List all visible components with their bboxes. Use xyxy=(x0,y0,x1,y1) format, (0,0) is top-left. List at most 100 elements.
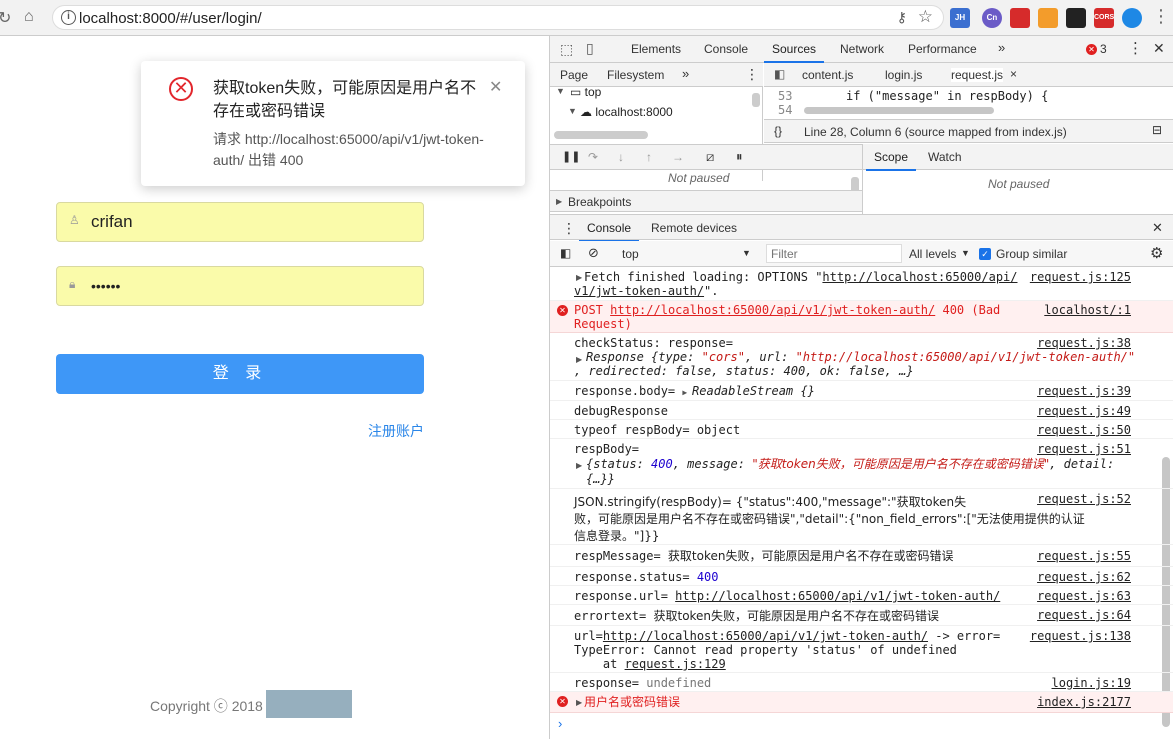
step-into-icon[interactable]: ↓ xyxy=(618,150,624,164)
expand-top-icon[interactable]: ▼ xyxy=(556,86,565,96)
close-devtools-icon[interactable]: ✕ xyxy=(1153,40,1165,57)
home-icon[interactable]: ⌂ xyxy=(24,8,34,26)
origin-localhost[interactable]: ☁ localhost:8000 xyxy=(580,105,673,119)
source-link[interactable]: request.js:63 xyxy=(1037,589,1131,603)
notification-close-icon[interactable]: ✕ xyxy=(489,77,502,97)
source-link[interactable]: localhost/:1 xyxy=(1044,303,1131,317)
url-text[interactable]: localhost:8000/#/user/login/ xyxy=(79,10,262,27)
more-navigator-icon[interactable]: » xyxy=(682,66,689,81)
frame-top[interactable]: ▭ top xyxy=(570,85,601,99)
source-link[interactable]: request.js:138 xyxy=(1030,629,1131,643)
reload-icon[interactable]: ↻ xyxy=(0,8,11,28)
source-link[interactable]: request.js:39 xyxy=(1037,384,1131,398)
tab-sources[interactable]: Sources xyxy=(763,42,825,63)
source-link[interactable]: request.js:64 xyxy=(1037,608,1131,622)
console-prompt[interactable]: › xyxy=(550,713,1162,737)
tab-filesystem[interactable]: Filesystem xyxy=(607,68,664,82)
tab-performance[interactable]: Performance xyxy=(908,42,977,56)
password-input[interactable]: 🔒︎ •••••• xyxy=(56,266,424,306)
show-sidebar-icon[interactable]: ◧ xyxy=(560,246,571,260)
source-link[interactable]: request.js:50 xyxy=(1037,423,1131,437)
source-link[interactable]: request.js:38 xyxy=(1037,336,1131,350)
source-link[interactable]: request.js:125 xyxy=(1030,270,1131,284)
expand-icon[interactable]: ▶ xyxy=(576,355,582,364)
format-braces-icon[interactable]: {} xyxy=(774,124,782,138)
tab-page[interactable]: Page xyxy=(560,68,588,82)
pause-icon[interactable]: ❚❚ xyxy=(562,150,580,163)
toggle-debugger-icon[interactable]: ⊟ xyxy=(1152,123,1162,137)
source-link[interactable]: request.js:52 xyxy=(1037,492,1131,506)
message-text-2: Request) xyxy=(574,317,632,331)
username-input[interactable]: ♙ crifan xyxy=(56,202,424,242)
extension-jh-icon[interactable]: JH xyxy=(950,8,970,28)
address-bar[interactable]: i localhost:8000/#/user/login/ ⚷ ☆ xyxy=(52,5,944,30)
expand-breakpoints-icon[interactable]: ▶ xyxy=(556,197,562,206)
source-link[interactable]: request.js:49 xyxy=(1037,404,1131,418)
object-preview-2: , redirected: false, status: 400, ok: fa… xyxy=(574,364,914,378)
context-dropdown-icon[interactable]: ▼ xyxy=(742,248,751,258)
message-text: errortext= 获取token失败，可能原因是用户名不存在或密码错误 xyxy=(574,609,940,623)
error-count[interactable]: 3 xyxy=(1100,42,1107,56)
levels-dropdown-icon[interactable]: ▼ xyxy=(961,248,970,258)
navigator-vscroll[interactable] xyxy=(752,93,760,107)
console-settings-icon[interactable]: ⚙ xyxy=(1150,244,1163,262)
device-toolbar-icon[interactable]: ▯ xyxy=(586,40,594,57)
tab-elements[interactable]: Elements xyxy=(631,42,681,56)
toggle-navigator-icon[interactable]: ◧ xyxy=(774,67,785,81)
navigator-menu-icon[interactable]: ⋮ xyxy=(745,66,759,83)
source-link[interactable]: index.js:2177 xyxy=(1037,695,1131,709)
inspect-element-icon[interactable]: ⬚ xyxy=(560,41,573,58)
register-link[interactable]: 注册账户 xyxy=(368,421,424,441)
extension-red-icon[interactable] xyxy=(1010,8,1030,28)
clear-console-icon[interactable]: ⊘ xyxy=(588,245,599,261)
tab-console[interactable]: Console xyxy=(704,42,748,56)
step-over-icon[interactable]: ↷ xyxy=(588,150,598,164)
expand-icon[interactable]: ▶ xyxy=(576,273,582,282)
extension-cn-icon[interactable]: Cn xyxy=(982,8,1002,28)
console-message: response= undefined login.js:19 xyxy=(550,673,1173,692)
source-link[interactable]: login.js:19 xyxy=(1052,676,1131,690)
qr-code-icon[interactable] xyxy=(1066,8,1086,28)
extension-cors-icon[interactable]: CORS xyxy=(1094,8,1114,28)
source-link[interactable]: request.js:51 xyxy=(1037,442,1131,456)
source-link[interactable]: request.js:62 xyxy=(1037,570,1131,584)
error-count-icon[interactable]: ✕ xyxy=(1086,44,1097,55)
extension-blue-icon[interactable] xyxy=(1122,8,1142,28)
step-out-icon[interactable]: ↑ xyxy=(646,150,652,164)
message-text: response= undefined xyxy=(574,676,712,690)
close-drawer-icon[interactable]: ✕ xyxy=(1152,220,1163,236)
step-icon[interactable]: → xyxy=(672,150,684,164)
close-file-icon[interactable]: × xyxy=(1010,67,1017,81)
file-tab-content-js[interactable]: content.js xyxy=(802,68,853,82)
context-selector[interactable]: top xyxy=(622,247,639,261)
drawer-menu-icon[interactable]: ⋮ xyxy=(562,220,576,237)
tab-drawer-console[interactable]: Console xyxy=(578,221,640,242)
breakpoints-section[interactable]: ▶ Breakpoints xyxy=(550,190,862,212)
tab-network[interactable]: Network xyxy=(840,42,884,56)
key-icon[interactable]: ⚷ xyxy=(897,9,907,26)
object-preview-2: {…}} xyxy=(586,472,615,486)
group-similar-checkbox[interactable]: ✓ xyxy=(979,248,991,260)
site-info-icon[interactable]: i xyxy=(61,10,76,25)
more-tabs-icon[interactable]: » xyxy=(998,40,1005,55)
editor-hscroll[interactable] xyxy=(804,107,994,114)
expand-localhost-icon[interactable]: ▼ xyxy=(568,106,577,116)
browser-menu-icon[interactable]: ⋮ xyxy=(1152,6,1170,27)
login-button[interactable]: 登 录 xyxy=(56,354,424,394)
bookmark-star-icon[interactable]: ☆ xyxy=(918,7,933,27)
extension-orange-icon[interactable] xyxy=(1038,8,1058,28)
navigator-hscroll[interactable] xyxy=(554,131,648,139)
devtools-menu-icon[interactable]: ⋮ xyxy=(1128,39,1143,57)
expand-icon[interactable]: ▶ xyxy=(576,698,582,707)
file-tab-request-js[interactable]: request.js xyxy=(951,68,1004,82)
log-levels-dropdown[interactable]: All levels xyxy=(909,247,956,261)
tab-remote-devices[interactable]: Remote devices xyxy=(651,221,737,235)
file-tab-login-js[interactable]: login.js xyxy=(885,68,922,82)
pause-on-exceptions-icon[interactable]: ⏸ xyxy=(736,149,743,165)
tab-watch[interactable]: Watch xyxy=(928,150,962,164)
source-link[interactable]: request.js:55 xyxy=(1037,549,1131,563)
deactivate-breakpoints-icon[interactable]: ⧄ xyxy=(706,149,714,165)
tab-scope[interactable]: Scope xyxy=(865,150,917,171)
console-filter-input[interactable] xyxy=(766,244,902,263)
expand-icon[interactable]: ▶ xyxy=(576,461,582,470)
